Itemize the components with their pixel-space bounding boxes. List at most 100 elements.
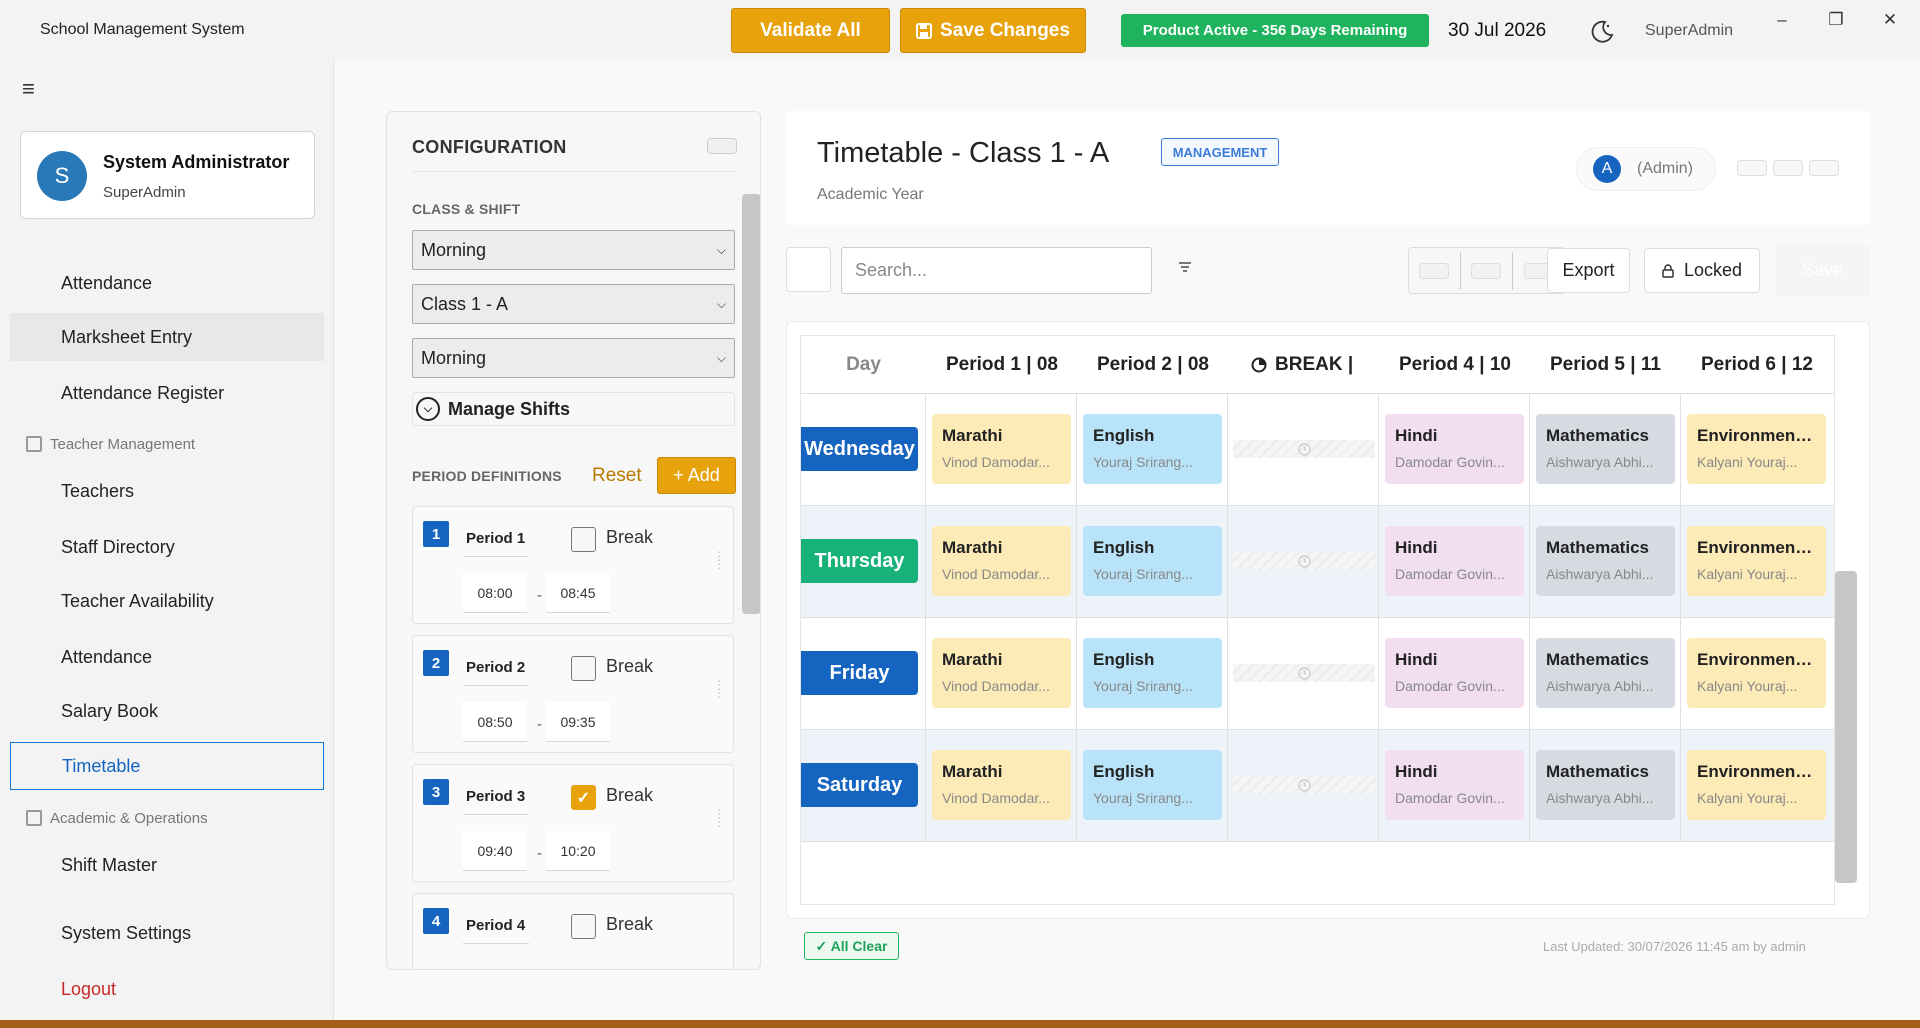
current-user-role: SuperAdmin xyxy=(1645,22,1734,39)
table-cell: Marathi Vinod Damodar... xyxy=(926,618,1077,730)
search-input[interactable] xyxy=(841,247,1152,294)
day-cell: Saturday xyxy=(801,730,926,842)
profile-card[interactable]: S System Administrator SuperAdmin xyxy=(20,131,315,219)
configuration-collapse-button[interactable] xyxy=(707,138,737,154)
validate-all-button[interactable]: Validate All xyxy=(731,8,890,53)
filter-icon[interactable] xyxy=(1176,258,1194,276)
grid-scrollbar[interactable] xyxy=(1835,571,1857,883)
period-name-input[interactable]: Period 3 xyxy=(463,779,529,815)
subject-slot[interactable]: Mathematics Aishwarya Abhi... xyxy=(1536,526,1675,596)
check-icon: ✓ xyxy=(576,789,591,807)
header-action-button-1[interactable] xyxy=(1737,160,1767,176)
maximize-button[interactable]: ❐ xyxy=(1818,8,1854,32)
shift-select[interactable]: Morning ⌵ xyxy=(412,230,735,270)
sidebar-item-attendance[interactable]: Attendance xyxy=(10,259,324,307)
sidebar-section-label: Teacher Management xyxy=(50,435,196,453)
sidebar-item-teachers[interactable]: Teachers xyxy=(10,467,324,515)
save-button[interactable]: Save xyxy=(1775,245,1870,296)
minimize-button[interactable]: – xyxy=(1764,8,1800,32)
export-button[interactable]: Export xyxy=(1547,248,1630,293)
start-time-input[interactable]: 08:50 xyxy=(463,702,527,742)
drag-handle-icon[interactable]: ⋮ ⋮ xyxy=(713,808,725,840)
chevron-down-icon: ⌵ xyxy=(716,296,726,311)
sidebar-item-logout[interactable]: Logout xyxy=(10,965,324,1013)
close-button[interactable]: ✕ xyxy=(1872,8,1908,32)
sidebar-item-attendance-register[interactable]: Attendance Register xyxy=(10,369,324,417)
sidebar-item-salary-book[interactable]: Salary Book xyxy=(10,687,324,735)
start-time-input[interactable]: 09:40 xyxy=(463,831,527,871)
subject-slot[interactable]: Hindi Damodar Govin... xyxy=(1385,750,1524,820)
manage-shifts-toggle[interactable]: ⌵ Manage Shifts xyxy=(412,392,735,426)
subject-slot[interactable]: Marathi Vinod Damodar... xyxy=(932,414,1071,484)
subject-slot[interactable]: Environmenta... Kalyani Youraj... xyxy=(1687,750,1826,820)
shift-select-secondary[interactable]: Morning ⌵ xyxy=(412,338,735,378)
locked-button[interactable]: Locked xyxy=(1644,248,1760,293)
teacher-name: Aishwarya Abhi... xyxy=(1546,790,1654,806)
break-checkbox[interactable] xyxy=(571,914,596,939)
class-select[interactable]: Class 1 - A ⌵ xyxy=(412,284,735,324)
teacher-name: Kalyani Youraj... xyxy=(1697,566,1798,582)
admin-user-pill[interactable]: A (Admin) xyxy=(1576,147,1716,191)
theme-toggle-icon[interactable] xyxy=(1590,18,1616,44)
sidebar-section-academic-operations: Academic & Operations xyxy=(26,806,208,830)
end-time-input[interactable]: 09:35 xyxy=(546,702,610,742)
sidebar-item-timetable[interactable]: Timetable xyxy=(10,742,324,790)
period-name-input[interactable]: Period 1 xyxy=(463,521,529,557)
period-name-input[interactable]: Period 2 xyxy=(463,650,529,686)
end-time-input[interactable]: 10:20 xyxy=(546,831,610,871)
save-changes-label: Save Changes xyxy=(940,19,1070,41)
sidebar-item-staff-directory[interactable]: Staff Directory xyxy=(10,523,324,571)
subject-slot[interactable]: Marathi Vinod Damodar... xyxy=(932,750,1071,820)
clock-icon xyxy=(1297,554,1311,568)
subject-slot[interactable]: Environmenta... Kalyani Youraj... xyxy=(1687,638,1826,708)
table-cell: Mathematics Aishwarya Abhi... xyxy=(1530,730,1681,842)
break-checkbox[interactable] xyxy=(571,656,596,681)
admin-label: (Admin) xyxy=(1637,160,1694,177)
teacher-name: Kalyani Youraj... xyxy=(1697,678,1798,694)
subject-slot[interactable]: Marathi Vinod Damodar... xyxy=(932,638,1071,708)
subject-slot[interactable]: Hindi Damodar Govin... xyxy=(1385,638,1524,708)
subject-name: Marathi xyxy=(942,538,1003,557)
start-time-input[interactable]: 08:00 xyxy=(463,573,527,613)
subject-slot[interactable]: Hindi Damodar Govin... xyxy=(1385,414,1524,484)
avatar: S xyxy=(37,151,87,201)
subject-slot[interactable]: Hindi Damodar Govin... xyxy=(1385,526,1524,596)
minimize-icon: – xyxy=(1777,10,1787,29)
view-mode-button-2[interactable] xyxy=(1471,262,1502,279)
sidebar-item-system-settings[interactable]: System Settings xyxy=(10,909,324,957)
sidebar-item-marksheet-entry[interactable]: Marksheet Entry xyxy=(10,313,324,361)
subject-slot[interactable]: English Youraj Srirang... xyxy=(1083,638,1222,708)
sidebar-item-shift-master[interactable]: Shift Master xyxy=(10,841,324,889)
toolbar-toggle-button[interactable] xyxy=(786,247,831,292)
config-scrollbar[interactable] xyxy=(742,194,760,614)
reset-button[interactable]: Reset xyxy=(592,465,642,487)
header-action-button-3[interactable] xyxy=(1809,160,1839,176)
drag-handle-icon[interactable]: ⋮ ⋮ xyxy=(713,679,725,711)
view-mode-button-1[interactable] xyxy=(1419,262,1450,279)
hamburger-menu-icon[interactable]: ≡ xyxy=(22,76,35,102)
sidebar-item-teacher-availability[interactable]: Teacher Availability xyxy=(10,577,324,625)
subject-slot[interactable]: English Youraj Srirang... xyxy=(1083,526,1222,596)
save-changes-button[interactable]: Save Changes xyxy=(900,8,1086,53)
break-checkbox-checked[interactable]: ✓ xyxy=(571,785,596,810)
subject-slot[interactable]: English Youraj Srirang... xyxy=(1083,414,1222,484)
header-action-button-2[interactable] xyxy=(1773,160,1803,176)
end-time-input[interactable]: 08:45 xyxy=(546,573,610,613)
subject-slot[interactable]: Mathematics Aishwarya Abhi... xyxy=(1536,638,1675,708)
subject-slot[interactable]: Mathematics Aishwarya Abhi... xyxy=(1536,414,1675,484)
table-row: Saturday Marathi Vinod Damodar... English Yo… xyxy=(801,730,1834,842)
day-badge: Thursday xyxy=(801,539,918,583)
subject-name: English xyxy=(1093,650,1155,669)
subject-slot[interactable]: Marathi Vinod Damodar... xyxy=(932,526,1071,596)
sidebar-item-attendance-2[interactable]: Attendance xyxy=(10,633,324,681)
table-cell: Hindi Damodar Govin... xyxy=(1379,394,1530,506)
subject-slot[interactable]: English Youraj Srirang... xyxy=(1083,750,1222,820)
add-period-button[interactable]: + Add xyxy=(657,457,736,494)
subject-slot[interactable]: Environmenta... Kalyani Youraj... xyxy=(1687,526,1826,596)
subject-slot[interactable]: Environmenta... Kalyani Youraj... xyxy=(1687,414,1826,484)
period-name-input[interactable]: Period 4 xyxy=(463,908,529,944)
subject-slot[interactable]: Mathematics Aishwarya Abhi... xyxy=(1536,750,1675,820)
break-checkbox[interactable] xyxy=(571,527,596,552)
day-badge: Friday xyxy=(801,651,918,695)
drag-handle-icon[interactable]: ⋮ ⋮ xyxy=(713,550,725,582)
